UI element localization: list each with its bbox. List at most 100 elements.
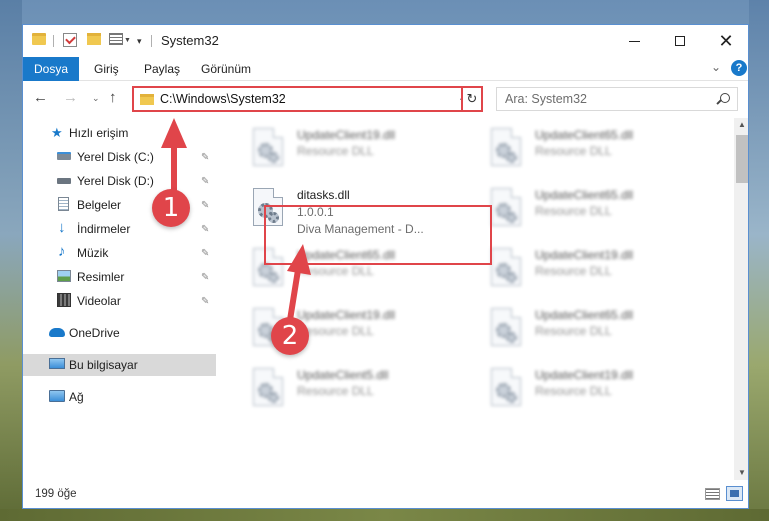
pin-icon[interactable]: ✎ bbox=[201, 176, 209, 187]
file-item[interactable]: UpdateClient5.dll Resource DLL bbox=[247, 364, 477, 418]
sidebar-item-videos[interactable]: Videolar ✎ bbox=[23, 290, 216, 312]
pin-icon[interactable]: ✎ bbox=[201, 152, 209, 163]
file-name: UpdateClient65.dll bbox=[535, 128, 634, 142]
chevron-down-icon[interactable]: ▼ bbox=[124, 37, 131, 44]
file-type: Resource DLL bbox=[535, 144, 612, 158]
pin-icon[interactable]: ✎ bbox=[201, 248, 209, 259]
toolbar-separator bbox=[151, 35, 152, 47]
maximize-button[interactable] bbox=[657, 25, 703, 57]
refresh-button[interactable]: ↻ bbox=[461, 86, 483, 112]
scroll-down-icon[interactable]: ▼ bbox=[738, 468, 746, 477]
scroll-up-icon[interactable]: ▲ bbox=[738, 120, 746, 129]
onedrive-icon bbox=[49, 328, 65, 337]
file-item[interactable]: UpdateClient65.dll Resource DLL bbox=[485, 124, 715, 178]
vertical-scrollbar[interactable]: ▲ ▼ bbox=[734, 118, 748, 480]
sidebar-item-music[interactable]: ♪ Müzik ✎ bbox=[23, 242, 216, 264]
pin-icon[interactable]: ✎ bbox=[201, 224, 209, 235]
file-item[interactable]: UpdateClient65.dll Resource DLL bbox=[485, 184, 715, 238]
dll-file-icon bbox=[491, 308, 521, 346]
downloads-icon: ↓ bbox=[58, 219, 66, 236]
customize-toolbar-icon[interactable]: ▾ bbox=[137, 36, 142, 47]
navigation-bar: ← → ⌄ ↑ C:\Windows\System32 ⌄ ↻ Ara: Sys… bbox=[23, 82, 748, 116]
sidebar-item-local-disk-c[interactable]: Yerel Disk (C:) ✎ bbox=[23, 146, 216, 168]
tab-view[interactable]: Görünüm bbox=[201, 62, 251, 76]
file-item[interactable]: UpdateClient19.dll Resource DLL bbox=[247, 124, 477, 178]
file-name: UpdateClient19.dll bbox=[535, 368, 634, 382]
pictures-icon bbox=[57, 270, 71, 282]
close-button[interactable]: ✕ bbox=[703, 25, 748, 57]
file-type: Resource DLL bbox=[297, 384, 374, 398]
drive-c-icon bbox=[57, 152, 71, 160]
file-name: UpdateClient65.dll bbox=[535, 308, 634, 322]
window-title: System32 bbox=[161, 33, 219, 48]
pin-icon[interactable]: ✎ bbox=[201, 200, 209, 211]
file-name: UpdateClient19.dll bbox=[297, 308, 396, 322]
pin-icon[interactable]: ✎ bbox=[201, 272, 209, 283]
network-icon bbox=[49, 390, 65, 402]
file-type: Resource DLL bbox=[535, 204, 612, 218]
help-icon[interactable]: ? bbox=[731, 60, 747, 76]
expand-ribbon-icon[interactable]: ⌄ bbox=[711, 60, 721, 74]
dll-file-icon bbox=[253, 368, 283, 406]
file-type: Resource DLL bbox=[297, 264, 374, 278]
sidebar-item-pictures[interactable]: Resimler ✎ bbox=[23, 266, 216, 288]
scroll-thumb[interactable] bbox=[736, 135, 748, 183]
search-placeholder: Ara: System32 bbox=[505, 92, 587, 106]
navigation-pane: ★ Hızlı erişim Yerel Disk (C:) ✎ Yerel D… bbox=[23, 118, 216, 478]
forward-arrow-icon[interactable]: → bbox=[63, 89, 78, 106]
search-icon[interactable] bbox=[720, 93, 730, 103]
drive-d-icon bbox=[57, 178, 71, 184]
details-view-icon[interactable] bbox=[705, 488, 720, 500]
step-badge-2: 2 bbox=[271, 317, 309, 355]
tab-home[interactable]: Giriş bbox=[94, 62, 119, 76]
desktop-background-right bbox=[749, 0, 769, 521]
view-options-icon[interactable] bbox=[109, 33, 123, 45]
dll-file-icon bbox=[491, 128, 521, 166]
step-badge-1: 1 bbox=[152, 189, 190, 227]
sidebar-item-downloads[interactable]: ↓ İndirmeler ✎ bbox=[23, 218, 216, 240]
dll-file-icon bbox=[491, 188, 521, 226]
file-name: UpdateClient5.dll bbox=[297, 368, 389, 382]
desktop-background-left bbox=[0, 0, 22, 521]
file-type: Resource DLL bbox=[535, 264, 612, 278]
file-type: Resource DLL bbox=[297, 144, 374, 158]
videos-icon bbox=[57, 293, 71, 307]
sidebar-item-quick-access[interactable]: ★ Hızlı erişim bbox=[23, 122, 216, 144]
file-item[interactable]: UpdateClient65.dll Resource DLL bbox=[485, 304, 715, 358]
search-input[interactable]: Ara: System32 bbox=[496, 87, 738, 111]
folder-icon[interactable] bbox=[32, 33, 46, 45]
item-count: 199 öğe bbox=[35, 488, 77, 500]
file-item[interactable]: UpdateClient19.dll Resource DLL bbox=[485, 244, 715, 298]
sidebar-item-network[interactable]: Ağ bbox=[23, 386, 216, 408]
title-bar: ▼ ▾ System32 ✕ bbox=[23, 25, 748, 57]
highlight-box bbox=[264, 205, 492, 265]
explorer-window: ▼ ▾ System32 ✕ Dosya Giriş Paylaş Görünü… bbox=[22, 24, 749, 509]
file-name: ditasks.dll bbox=[297, 188, 350, 202]
dll-file-icon bbox=[253, 128, 283, 166]
music-icon: ♪ bbox=[58, 243, 66, 260]
tiles-view-icon[interactable] bbox=[726, 486, 743, 501]
dll-file-icon bbox=[491, 248, 521, 286]
tab-share[interactable]: Paylaş bbox=[144, 62, 180, 76]
sidebar-item-onedrive[interactable]: OneDrive bbox=[23, 322, 216, 344]
back-arrow-icon[interactable]: ← bbox=[33, 89, 48, 106]
dll-file-icon bbox=[491, 368, 521, 406]
ribbon-tabs: Dosya Giriş Paylaş Görünüm ⌄ ? bbox=[23, 57, 748, 81]
address-bar[interactable]: C:\Windows\System32 ⌄ bbox=[132, 86, 482, 112]
folder-icon bbox=[140, 94, 154, 105]
file-name: UpdateClient65.dll bbox=[535, 188, 634, 202]
properties-icon[interactable] bbox=[63, 33, 77, 47]
new-folder-icon[interactable] bbox=[87, 33, 101, 45]
recent-locations-icon[interactable]: ⌄ bbox=[92, 93, 100, 104]
address-path[interactable]: C:\Windows\System32 bbox=[160, 92, 286, 106]
close-icon: ✕ bbox=[718, 30, 734, 51]
tab-file[interactable]: Dosya bbox=[23, 57, 79, 81]
sidebar-item-local-disk-d[interactable]: Yerel Disk (D:) ✎ bbox=[23, 170, 216, 192]
refresh-icon: ↻ bbox=[466, 91, 478, 106]
minimize-button[interactable] bbox=[611, 25, 657, 57]
pin-icon[interactable]: ✎ bbox=[201, 296, 209, 307]
file-item[interactable]: UpdateClient19.dll Resource DLL bbox=[485, 364, 715, 418]
up-arrow-icon[interactable]: ↑ bbox=[109, 89, 117, 106]
minimize-icon bbox=[628, 40, 640, 42]
sidebar-item-this-pc[interactable]: Bu bilgisayar bbox=[23, 354, 216, 376]
